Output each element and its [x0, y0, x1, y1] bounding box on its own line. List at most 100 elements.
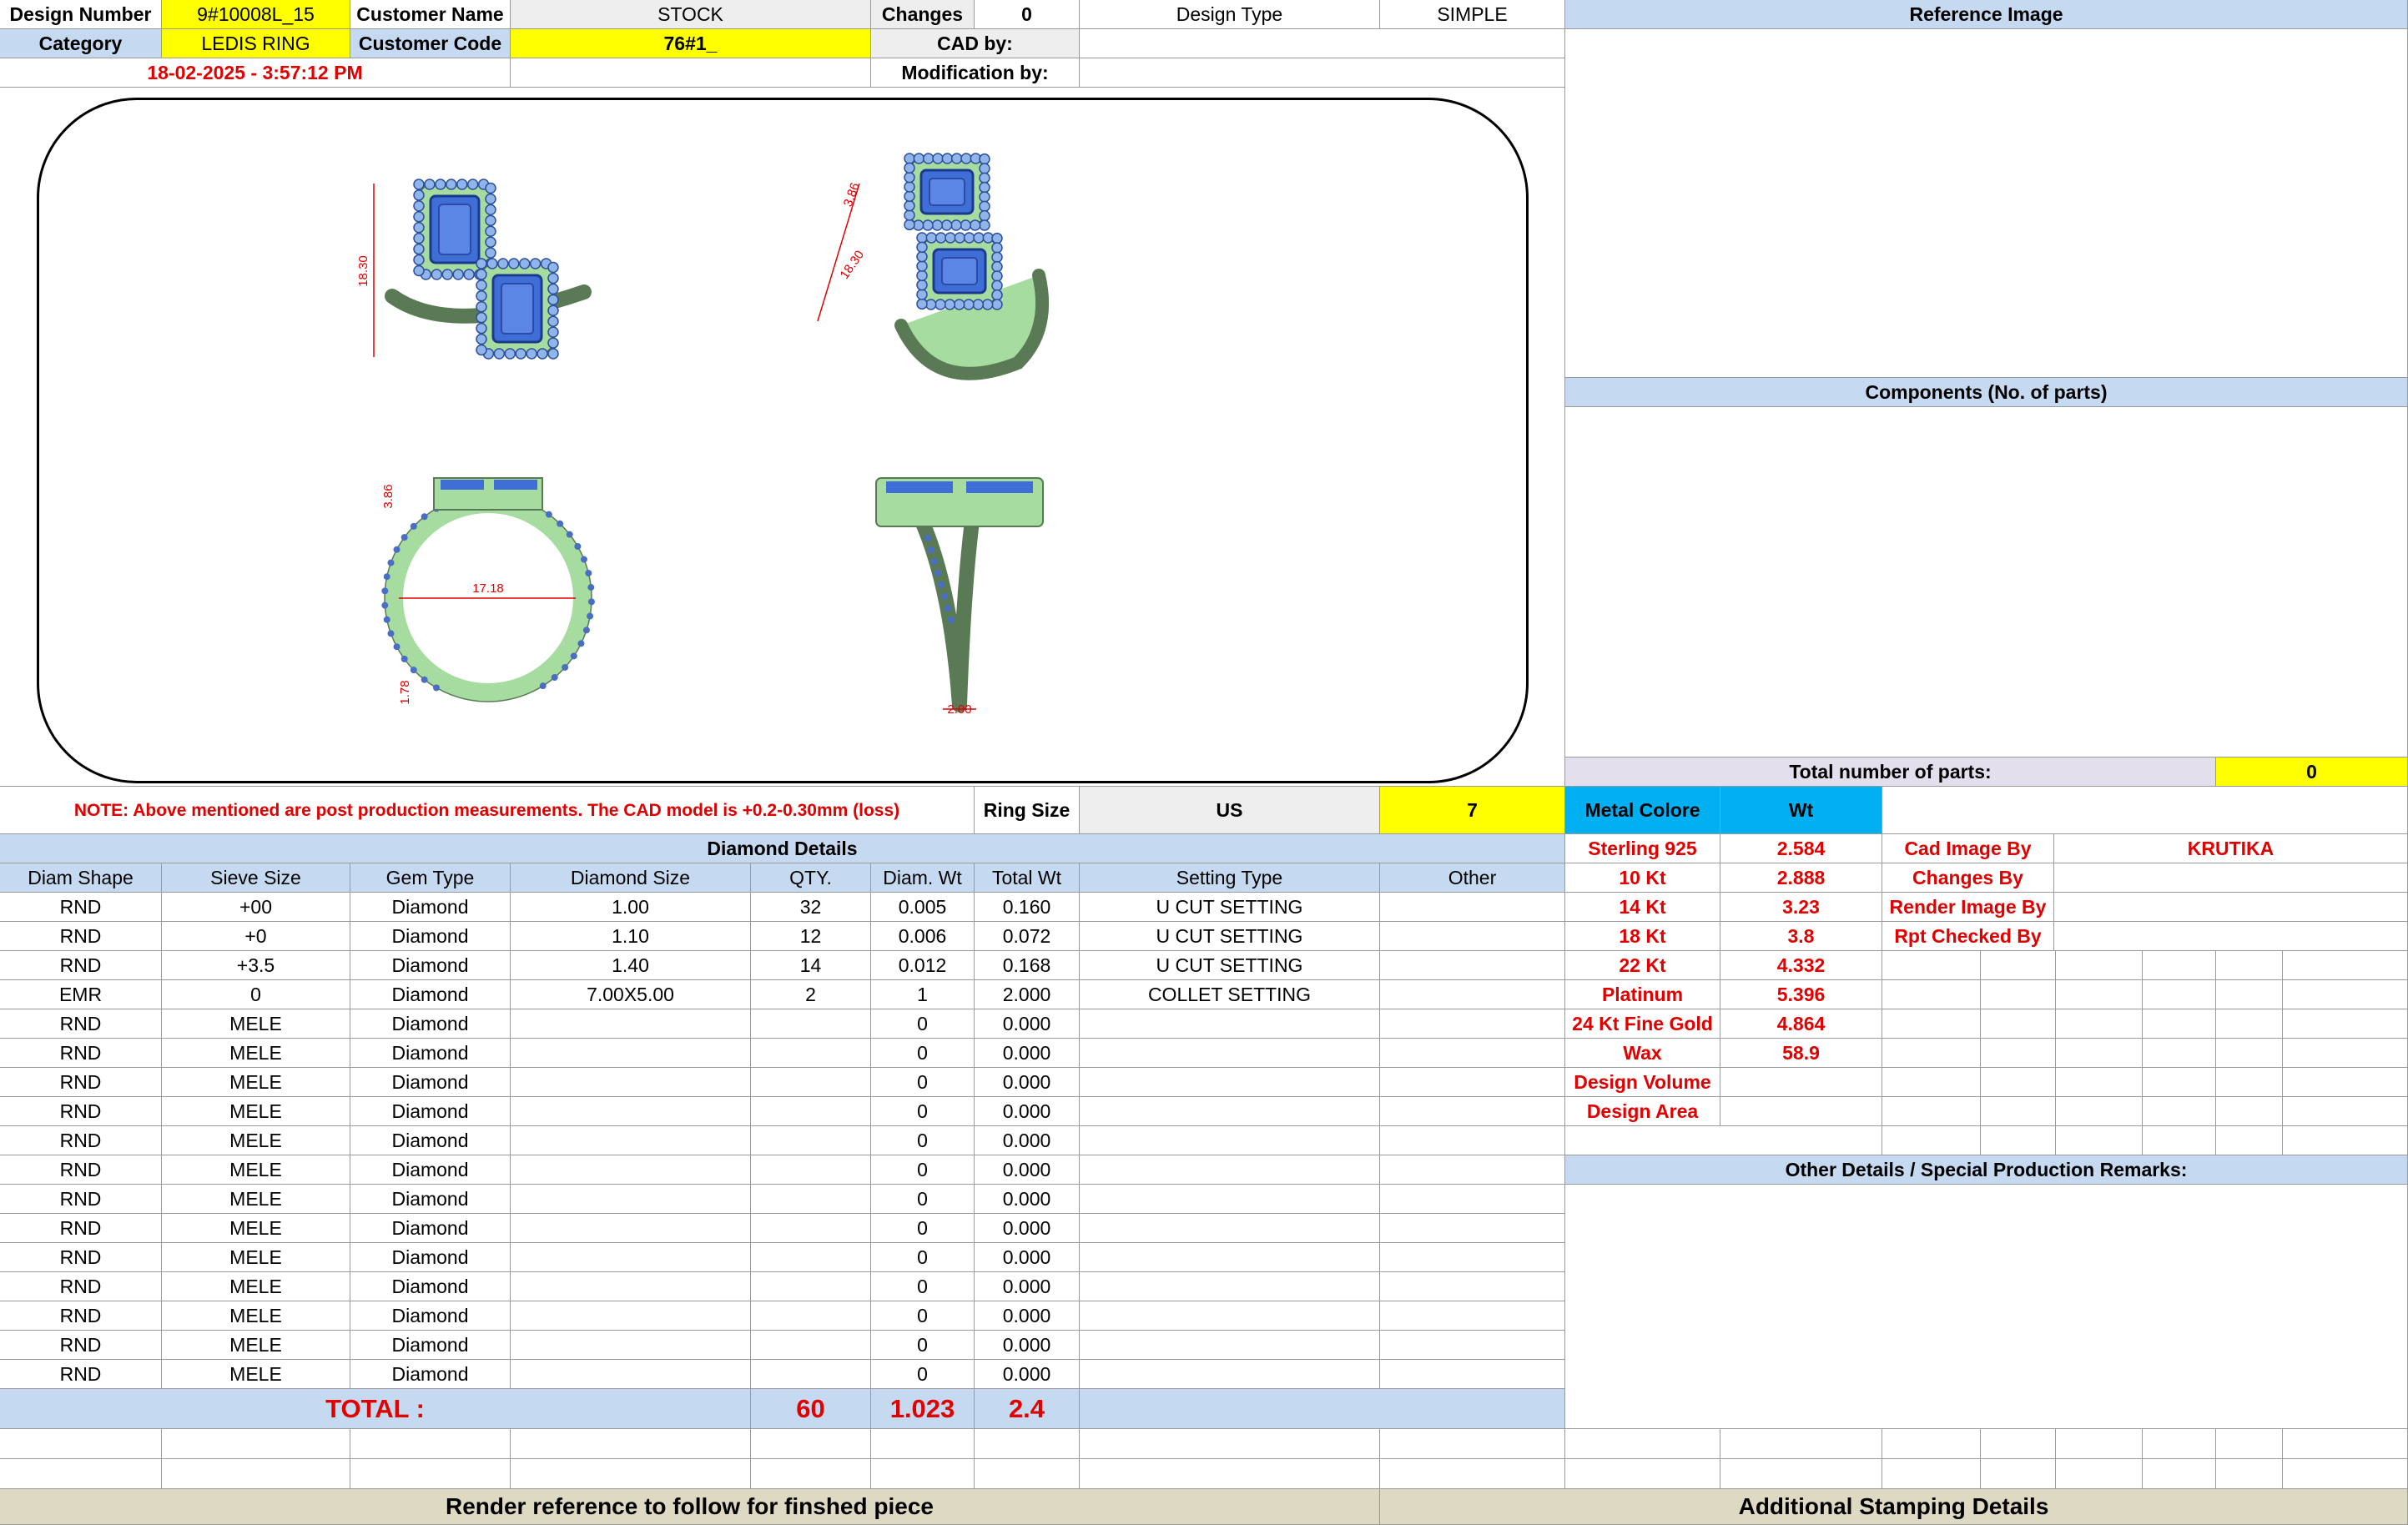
diamond-cell[interactable]: 0.000	[975, 1126, 1080, 1155]
diamond-cell[interactable]: 0.000	[975, 1185, 1080, 1214]
metal-weight[interactable]: 4.864	[1720, 1009, 1882, 1039]
metal-weight[interactable]: 58.9	[1720, 1039, 1882, 1068]
diamond-cell[interactable]: +0	[162, 922, 350, 951]
diamond-cell[interactable]: 0	[871, 1155, 975, 1185]
diamond-cell[interactable]: 0.000	[975, 1097, 1080, 1126]
diamond-cell[interactable]	[1380, 1360, 1565, 1389]
diamond-cell[interactable]: MELE	[162, 1243, 350, 1272]
diamond-cell[interactable]: RND	[0, 1185, 162, 1214]
diamond-cell[interactable]: 0	[871, 1243, 975, 1272]
diamond-cell[interactable]: RND	[0, 922, 162, 951]
diamond-cell[interactable]	[1080, 1360, 1380, 1389]
diamond-cell[interactable]	[1080, 1039, 1380, 1068]
diamond-cell[interactable]	[751, 1360, 871, 1389]
diamond-cell[interactable]: Diamond	[350, 1301, 511, 1331]
diamond-cell[interactable]: 0.160	[975, 893, 1080, 922]
diamond-cell[interactable]: 0	[871, 1360, 975, 1389]
diamond-cell[interactable]	[1380, 951, 1565, 980]
diamond-cell[interactable]: 0	[871, 1068, 975, 1097]
diamond-cell[interactable]: MELE	[162, 1331, 350, 1360]
diamond-cell[interactable]	[511, 1097, 751, 1126]
diamond-cell[interactable]: 32	[751, 893, 871, 922]
diamond-cell[interactable]: 0	[871, 1214, 975, 1243]
diamond-cell[interactable]	[511, 1301, 751, 1331]
diamond-cell[interactable]: MELE	[162, 1097, 350, 1126]
diamond-cell[interactable]: 7.00X5.00	[511, 980, 751, 1009]
metal-weight[interactable]: 4.332	[1720, 951, 1882, 980]
diamond-cell[interactable]: Diamond	[350, 1097, 511, 1126]
diamond-cell[interactable]	[751, 1039, 871, 1068]
diamond-cell[interactable]: +3.5	[162, 951, 350, 980]
diamond-cell[interactable]	[1380, 1155, 1565, 1185]
diamond-cell[interactable]	[1380, 1272, 1565, 1301]
diamond-cell[interactable]: 0.000	[975, 1331, 1080, 1360]
diamond-cell[interactable]	[1380, 893, 1565, 922]
diamond-cell[interactable]: RND	[0, 1272, 162, 1301]
diamond-cell[interactable]	[1380, 1097, 1565, 1126]
diamond-cell[interactable]: 0	[871, 1097, 975, 1126]
diamond-cell[interactable]	[1080, 1243, 1380, 1272]
diamond-cell[interactable]	[511, 1243, 751, 1272]
diamond-cell[interactable]	[511, 1009, 751, 1039]
diamond-cell[interactable]	[1380, 1039, 1565, 1068]
diamond-cell[interactable]: 0.000	[975, 1243, 1080, 1272]
diamond-cell[interactable]: 0.000	[975, 1009, 1080, 1039]
diamond-cell[interactable]	[1080, 1155, 1380, 1185]
diamond-cell[interactable]	[751, 1097, 871, 1126]
modification-by-value[interactable]	[1080, 58, 1565, 88]
diamond-cell[interactable]: MELE	[162, 1126, 350, 1155]
diamond-cell[interactable]: Diamond	[350, 893, 511, 922]
diamond-cell[interactable]	[511, 1272, 751, 1301]
diamond-cell[interactable]: Diamond	[350, 1009, 511, 1039]
diamond-cell[interactable]: MELE	[162, 1301, 350, 1331]
diamond-cell[interactable]: RND	[0, 1331, 162, 1360]
diamond-cell[interactable]: Diamond	[350, 1155, 511, 1185]
metal-weight[interactable]	[1720, 1068, 1882, 1097]
diamond-cell[interactable]: MELE	[162, 1039, 350, 1068]
diamond-cell[interactable]: 2	[751, 980, 871, 1009]
diamond-cell[interactable]: 0.000	[975, 1068, 1080, 1097]
diamond-cell[interactable]	[1380, 1243, 1565, 1272]
diamond-cell[interactable]	[1080, 1009, 1380, 1039]
diamond-cell[interactable]: 0	[871, 1331, 975, 1360]
diamond-cell[interactable]	[751, 1214, 871, 1243]
diamond-cell[interactable]	[751, 1068, 871, 1097]
diamond-cell[interactable]	[511, 1214, 751, 1243]
category-value[interactable]: LEDIS RING	[162, 29, 350, 58]
diamond-cell[interactable]: 0.072	[975, 922, 1080, 951]
customer-code-value[interactable]: 76#1_	[511, 29, 871, 58]
metal-weight[interactable]: 3.8	[1720, 922, 1882, 951]
diamond-cell[interactable]: 1	[871, 980, 975, 1009]
diamond-cell[interactable]: 2.000	[975, 980, 1080, 1009]
diamond-cell[interactable]: MELE	[162, 1360, 350, 1389]
diamond-cell[interactable]: Diamond	[350, 1039, 511, 1068]
diamond-cell[interactable]: RND	[0, 893, 162, 922]
diamond-cell[interactable]	[1380, 1126, 1565, 1155]
diamond-cell[interactable]: Diamond	[350, 951, 511, 980]
diamond-cell[interactable]: U CUT SETTING	[1080, 893, 1380, 922]
diamond-cell[interactable]: 0.000	[975, 1360, 1080, 1389]
diamond-cell[interactable]: RND	[0, 1039, 162, 1068]
diamond-cell[interactable]: 0.000	[975, 1301, 1080, 1331]
diamond-cell[interactable]: 0.005	[871, 893, 975, 922]
diamond-cell[interactable]: RND	[0, 951, 162, 980]
diamond-cell[interactable]	[751, 1185, 871, 1214]
diamond-cell[interactable]: COLLET SETTING	[1080, 980, 1380, 1009]
diamond-cell[interactable]: 14	[751, 951, 871, 980]
diamond-cell[interactable]	[1380, 1185, 1565, 1214]
diamond-cell[interactable]	[751, 1331, 871, 1360]
diamond-cell[interactable]: MELE	[162, 1009, 350, 1039]
diamond-cell[interactable]: 0	[871, 1185, 975, 1214]
diamond-cell[interactable]: Diamond	[350, 1068, 511, 1097]
diamond-cell[interactable]: RND	[0, 1360, 162, 1389]
diamond-cell[interactable]: RND	[0, 1214, 162, 1243]
diamond-cell[interactable]	[511, 1360, 751, 1389]
diamond-cell[interactable]	[751, 1243, 871, 1272]
diamond-cell[interactable]: Diamond	[350, 1214, 511, 1243]
diamond-cell[interactable]: Diamond	[350, 1272, 511, 1301]
diamond-cell[interactable]: 0.168	[975, 951, 1080, 980]
diamond-cell[interactable]	[511, 1039, 751, 1068]
diamond-cell[interactable]	[751, 1272, 871, 1301]
diamond-cell[interactable]	[1380, 1301, 1565, 1331]
diamond-cell[interactable]	[1380, 1068, 1565, 1097]
